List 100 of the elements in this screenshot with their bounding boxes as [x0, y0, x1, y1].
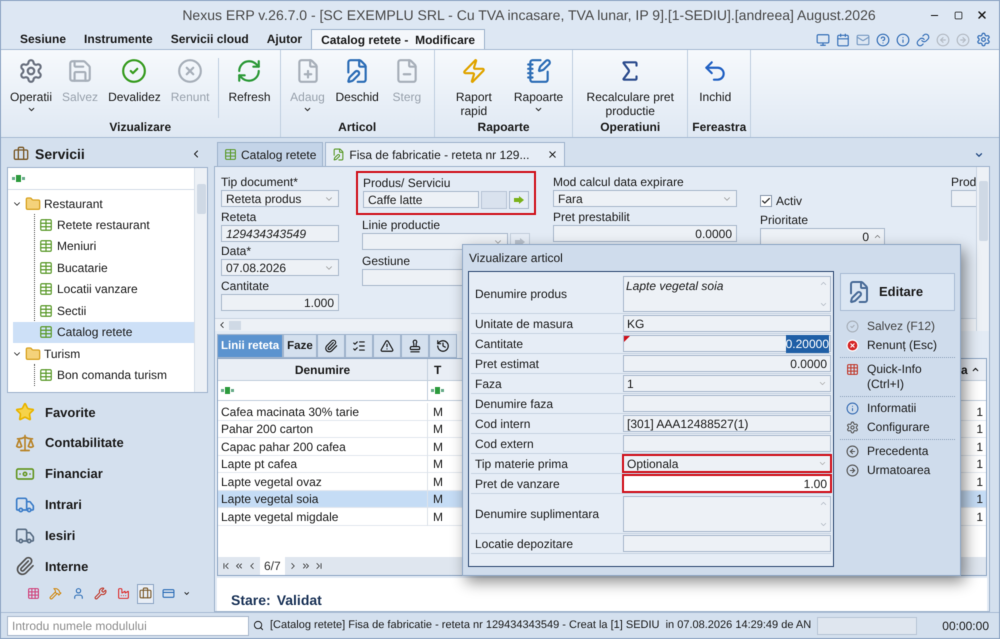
text-field[interactable] [951, 190, 976, 207]
table-cell: Lapte pt cafea [218, 455, 428, 474]
go-button[interactable] [509, 191, 529, 209]
dropdown-field[interactable]: Optionala [623, 455, 831, 472]
caret-icon [534, 105, 544, 114]
tree-item[interactable]: Sectii [13, 300, 194, 322]
text-field[interactable]: [301] AAA12488527(1) [623, 415, 831, 432]
search-icon[interactable] [253, 620, 264, 631]
detail-tab[interactable]: Faze [283, 334, 317, 358]
checkbox[interactable] [760, 195, 772, 207]
detail-tab[interactable] [316, 334, 345, 358]
scrollbar[interactable] [194, 168, 207, 392]
document-tab[interactable]: Catalog retete [217, 142, 324, 166]
detail-tab[interactable] [428, 334, 457, 358]
menu-tab[interactable]: Ajutor [258, 29, 312, 49]
help-icon[interactable] [876, 32, 890, 46]
action-item[interactable]: Informatii [840, 396, 955, 418]
ribbon-button[interactable]: Deschid [330, 58, 384, 118]
module-toolbar-button[interactable] [137, 584, 154, 604]
document-tab[interactable]: Fisa de fabricatie - reteta nr 129... [325, 142, 566, 166]
action-item[interactable]: Configurare [840, 418, 955, 437]
ribbon-button[interactable]: Raport rapid [438, 58, 509, 118]
ribbon-button[interactable]: Devalidez [103, 58, 166, 118]
module-button[interactable]: Contabilitate [7, 428, 208, 459]
mail-icon[interactable] [856, 32, 870, 46]
module-button[interactable]: Favorite [7, 397, 208, 428]
detail-tab[interactable] [372, 334, 401, 358]
text-field[interactable] [623, 395, 831, 412]
module-button[interactable]: Interne [7, 550, 208, 582]
calendar-icon[interactable] [836, 32, 850, 46]
ribbon-button[interactable]: Operatii [5, 58, 58, 118]
column-header[interactable]: Denumire [218, 359, 428, 380]
product-field[interactable]: Caffe latte [363, 191, 479, 208]
tab-list-icon[interactable] [974, 150, 984, 160]
tree-item[interactable]: Bon comanda turism [13, 364, 194, 386]
text-field[interactable]: 129434343549 [221, 225, 339, 242]
number-field[interactable]: 0.0000 [553, 225, 737, 242]
menu-tab[interactable]: Servicii cloud [162, 29, 258, 49]
tree-item[interactable]: Meniuri [13, 236, 194, 257]
scroll-thumb[interactable] [229, 320, 241, 330]
text-field[interactable] [623, 435, 831, 452]
tree-item[interactable]: Bucatarie [13, 257, 194, 278]
spin-field[interactable]: 0 [760, 228, 885, 245]
action-item[interactable]: Renunț (Esc) [840, 336, 955, 355]
edit-button[interactable]: Editare [840, 273, 955, 311]
ribbon-button[interactable]: Inchid [692, 58, 738, 118]
tree-item[interactable]: Turism [12, 343, 194, 364]
text-field[interactable] [623, 535, 831, 552]
info-icon[interactable] [896, 32, 910, 46]
action-item[interactable]: Quick-Info (Ctrl+I) [840, 357, 955, 394]
previous-page-icon[interactable] [234, 561, 244, 571]
ribbon-button[interactable]: Recalculare pret productie [577, 58, 684, 118]
action-item[interactable]: Precedenta [840, 439, 955, 461]
ribbon-button[interactable]: Refresh [223, 58, 276, 118]
checkbox-label: Activ [776, 193, 802, 210]
notebook-pen-icon [526, 58, 552, 84]
star-icon [15, 402, 35, 422]
first-page-icon[interactable] [221, 561, 231, 571]
dropdown-field[interactable]: Reteta produs [221, 190, 339, 207]
dropdown-field[interactable]: 07.08.2026 [221, 259, 339, 276]
field-label: Prod [951, 176, 976, 189]
table-cell: Cafea macinata 30% tarie [218, 402, 428, 421]
table-cell: Lapte vegetal soia [218, 490, 428, 508]
number-field[interactable]: 1.00 [623, 475, 831, 492]
tree-item[interactable]: Retete restaurant [13, 214, 194, 236]
scrollbar[interactable] [976, 167, 989, 332]
module-button[interactable]: Iesiri [7, 520, 208, 551]
module-button[interactable]: Intrari [7, 489, 208, 520]
ribbon-button[interactable]: Rapoarte [508, 58, 568, 118]
last-page-icon[interactable] [314, 561, 324, 571]
table-cell-text: M [432, 474, 444, 491]
tree-item[interactable]: Restaurant [12, 193, 194, 214]
next-page-icon[interactable] [300, 561, 311, 571]
table-cell-text: 1 [975, 456, 984, 474]
dropdown-field[interactable]: 1 [623, 375, 831, 392]
detail-tab[interactable] [400, 334, 429, 358]
tree-item[interactable]: Catalog retete [13, 322, 194, 343]
arrow-left-circle-icon [846, 445, 859, 458]
tree-item[interactable]: Locatii vanzare [13, 278, 194, 300]
arrow-right-icon [515, 238, 525, 246]
menu-tab[interactable]: Sesiune [11, 29, 76, 49]
caret-icon [303, 105, 312, 114]
menu-tab[interactable]: Instrumente [75, 29, 162, 49]
action-item[interactable]: Urmatoarea [840, 461, 955, 480]
number-field[interactable]: 0.20000 [623, 335, 831, 352]
text-field[interactable]: KG [623, 315, 831, 332]
number-field[interactable]: 0.0000 [623, 355, 831, 372]
x-circle-icon [846, 339, 859, 352]
close-tab-icon[interactable] [547, 149, 558, 160]
menu-tab[interactable]: Catalog retete - Modificare [311, 29, 486, 49]
module-button[interactable]: Financiar [7, 458, 208, 490]
field-label: Produs/ Serviciu [363, 177, 450, 190]
detail-tab[interactable] [344, 334, 373, 358]
folder-icon [25, 196, 41, 212]
number-field[interactable]: 1.000 [221, 294, 339, 311]
module-search-field[interactable]: Introdu numele modulului [7, 616, 249, 636]
link-icon[interactable] [916, 32, 930, 46]
dropdown-field[interactable]: Fara [553, 190, 737, 207]
field-label: Tip document* [221, 176, 298, 189]
settings-icon[interactable] [976, 32, 991, 47]
